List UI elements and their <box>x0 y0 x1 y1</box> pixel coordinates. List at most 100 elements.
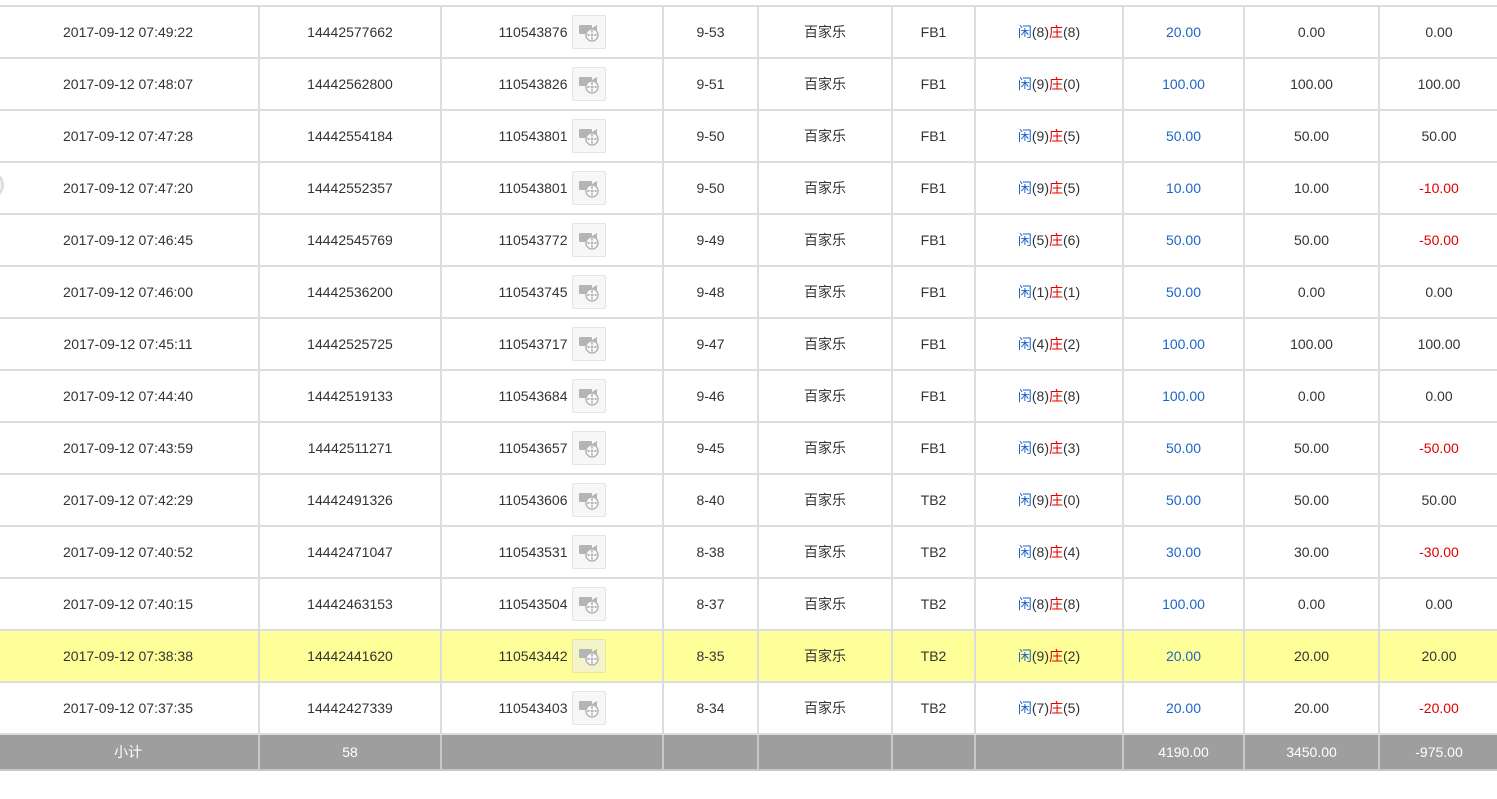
win-loss: 100.00 <box>1378 57 1497 111</box>
player-score: (8) <box>1031 24 1049 40</box>
bet-amount: 50.00 <box>1122 109 1245 163</box>
banker-label: 庄 <box>1049 648 1063 664</box>
replay-button[interactable] <box>571 639 606 673</box>
valid-bet: 50.00 <box>1243 109 1380 163</box>
bet-number: 14442525725 <box>258 317 442 371</box>
round-number: 9-46 <box>662 369 759 423</box>
round-number: 9-51 <box>662 57 759 111</box>
bet-time: 2017-09-12 07:43:59 <box>0 421 260 475</box>
round-number: 8-38 <box>662 525 759 579</box>
bet-number: 14442552357 <box>258 161 442 215</box>
game-number: 110543684 <box>498 388 568 404</box>
replay-button[interactable] <box>571 275 606 309</box>
bet-amount: 20.00 <box>1122 681 1245 735</box>
game-type: 百家乐 <box>757 681 893 735</box>
replay-button[interactable] <box>571 691 606 725</box>
game-number-cell: 110543606 <box>440 473 664 527</box>
game-type: 百家乐 <box>757 629 893 683</box>
table-row: 2017-09-12 07:47:28 14442554184 110543801 9… <box>0 109 1497 163</box>
table-code: FB1 <box>891 369 976 423</box>
player-label: 闲 <box>1017 596 1032 612</box>
result-cell: 闲(7)庄(5) <box>974 681 1124 735</box>
result-cell: 闲(1)庄(1) <box>974 265 1124 319</box>
replay-button[interactable] <box>571 535 606 569</box>
player-score: (1) <box>1031 284 1049 300</box>
player-score: (9) <box>1031 180 1049 196</box>
bet-amount: 50.00 <box>1122 213 1245 267</box>
valid-bet: 50.00 <box>1243 421 1380 475</box>
replay-button[interactable] <box>571 67 606 101</box>
valid-bet: 10.00 <box>1243 161 1380 215</box>
bet-number: 14442511271 <box>258 421 442 475</box>
video-replay-icon <box>578 384 600 409</box>
bet-number: 14442471047 <box>258 525 442 579</box>
banker-label: 庄 <box>1049 596 1063 612</box>
game-number-cell: 110543403 <box>440 681 664 735</box>
win-loss: 20.00 <box>1378 629 1497 683</box>
table-code: FB1 <box>891 109 976 163</box>
subtotal-empty <box>757 733 893 771</box>
valid-bet: 30.00 <box>1243 525 1380 579</box>
subtotal-empty <box>440 733 664 771</box>
game-number: 110543876 <box>498 24 568 40</box>
banker-label: 庄 <box>1049 180 1063 196</box>
banker-label: 庄 <box>1049 544 1063 560</box>
player-label: 闲 <box>1017 492 1032 508</box>
player-label: 闲 <box>1017 388 1032 404</box>
table-code: FB1 <box>891 317 976 371</box>
replay-button[interactable] <box>571 587 606 621</box>
player-label: 闲 <box>1017 336 1032 352</box>
player-score: (6) <box>1031 440 1049 456</box>
replay-button[interactable] <box>571 223 606 257</box>
replay-button[interactable] <box>571 15 606 49</box>
game-number: 110543403 <box>498 700 568 716</box>
player-score: (7) <box>1031 700 1049 716</box>
banker-score: (0) <box>1063 492 1081 508</box>
result-cell: 闲(6)庄(3) <box>974 421 1124 475</box>
player-label: 闲 <box>1017 76 1032 92</box>
subtotal-empty <box>974 733 1124 771</box>
table-row: 2017-09-12 07:47:20 14442552357 110543801 9… <box>0 161 1497 215</box>
game-number-cell: 110543801 <box>440 109 664 163</box>
replay-button[interactable] <box>571 483 606 517</box>
bet-amount: 100.00 <box>1122 317 1245 371</box>
game-type: 百家乐 <box>757 109 893 163</box>
game-type: 百家乐 <box>757 57 893 111</box>
player-score: (8) <box>1031 544 1049 560</box>
player-label: 闲 <box>1017 232 1032 248</box>
table-code: TB2 <box>891 473 976 527</box>
result-cell: 闲(9)庄(0) <box>974 473 1124 527</box>
bet-number: 14442554184 <box>258 109 442 163</box>
bet-amount: 50.00 <box>1122 421 1245 475</box>
bet-number: 14442427339 <box>258 681 442 735</box>
replay-button[interactable] <box>571 119 606 153</box>
bet-number: 14442536200 <box>258 265 442 319</box>
game-type: 百家乐 <box>757 265 893 319</box>
replay-button[interactable] <box>571 431 606 465</box>
bet-time: 2017-09-12 07:47:20 <box>0 161 260 215</box>
replay-button[interactable] <box>571 327 606 361</box>
banker-label: 庄 <box>1049 24 1063 40</box>
player-score: (9) <box>1031 492 1049 508</box>
game-number: 110543531 <box>498 544 568 560</box>
bet-number: 14442519133 <box>258 369 442 423</box>
video-replay-icon <box>578 20 600 45</box>
bet-time: 2017-09-12 07:42:29 <box>0 473 260 527</box>
player-score: (9) <box>1031 76 1049 92</box>
subtotal-row: 小计 58 4190.00 3450.00 -975.00 <box>0 733 1497 771</box>
bet-amount: 10.00 <box>1122 161 1245 215</box>
banker-score: (8) <box>1063 596 1081 612</box>
banker-score: (2) <box>1063 336 1081 352</box>
round-number: 9-49 <box>662 213 759 267</box>
bet-time: 2017-09-12 07:40:15 <box>0 577 260 631</box>
replay-button[interactable] <box>571 379 606 413</box>
game-number: 110543657 <box>498 440 568 456</box>
table-row: 2017-09-12 07:49:22 14442577662 110543876 9… <box>0 5 1497 59</box>
replay-button[interactable] <box>571 171 606 205</box>
subtotal-win: -975.00 <box>1378 733 1497 771</box>
valid-bet: 50.00 <box>1243 213 1380 267</box>
video-replay-icon <box>578 696 600 721</box>
round-number: 9-50 <box>662 109 759 163</box>
subtotal-count: 58 <box>258 733 442 771</box>
valid-bet: 0.00 <box>1243 5 1380 59</box>
